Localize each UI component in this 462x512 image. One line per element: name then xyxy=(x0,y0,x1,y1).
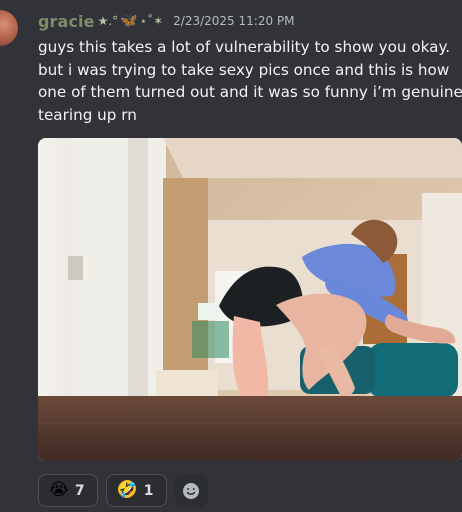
message-line: guys this takes a lot of vulnerability t… xyxy=(38,38,451,56)
message-line: tearing up rn xyxy=(38,105,137,124)
author-name[interactable]: gracie xyxy=(38,12,95,31)
butterfly-icon: 🦋 xyxy=(120,13,138,29)
image-attachment[interactable] xyxy=(38,138,462,461)
crying-face-icon: 😭 xyxy=(49,480,69,500)
rolling-laughing-face-icon: 🤣 xyxy=(116,480,138,500)
add-reaction-button[interactable] xyxy=(174,474,208,507)
add-reaction-icon xyxy=(183,482,200,499)
message-line: one of them turned out and it was so fun… xyxy=(38,83,462,101)
reaction-rolling-laughing-face[interactable]: 🤣 1 xyxy=(105,474,167,507)
reaction-count: 7 xyxy=(74,482,85,499)
reaction-count: 1 xyxy=(143,482,154,499)
message-header: gracie ★.° 🦋 ⋆˚✶ 2/23/2025 11:20 PM xyxy=(38,9,295,33)
reaction-bar: 😭 7 🤣 1 xyxy=(38,474,208,507)
flair-prefix: ★.° xyxy=(97,14,119,28)
message-timestamp: 2/23/2025 11:20 PM xyxy=(173,14,295,28)
attachment-photo xyxy=(38,138,462,461)
message-content: guys this takes a lot of vulnerability t… xyxy=(38,36,462,126)
message-line: but i was trying to take sexy pics once … xyxy=(38,60,450,79)
author-flair: ★.° 🦋 ⋆˚✶ xyxy=(98,14,164,28)
flair-suffix: ⋆˚✶ xyxy=(139,14,164,28)
reaction-crying-face[interactable]: 😭 7 xyxy=(38,474,98,507)
discord-message-panel: gracie ★.° 🦋 ⋆˚✶ 2/23/2025 11:20 PM guys… xyxy=(0,0,462,512)
user-avatar[interactable] xyxy=(0,10,18,46)
